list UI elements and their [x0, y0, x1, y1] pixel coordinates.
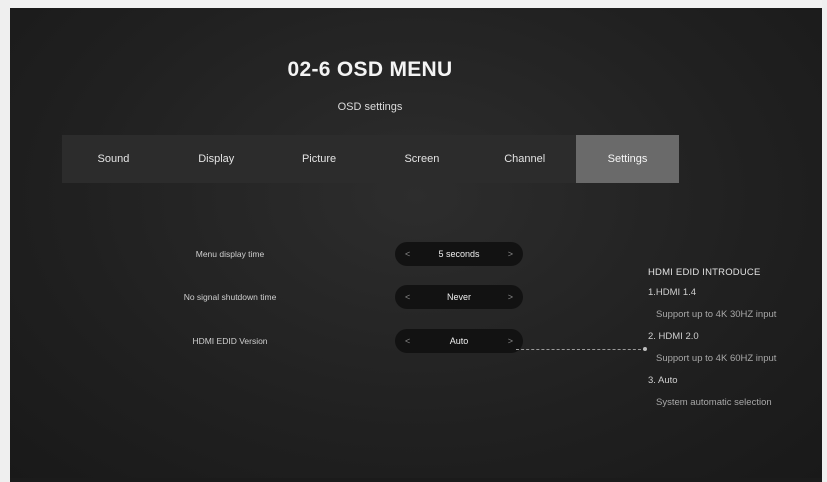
hdmi-edid-version-value: Auto [449, 336, 469, 346]
screenshot-border-left [0, 0, 10, 482]
callout-connector-dot [643, 347, 647, 351]
chevron-left-icon[interactable]: < [405, 249, 410, 259]
chevron-left-icon[interactable]: < [405, 292, 410, 302]
tab-display[interactable]: Display [165, 135, 268, 183]
page-title: 02-6 OSD MENU [287, 58, 453, 81]
hdmi-edid-version-label: HDMI EDID Version [192, 336, 268, 346]
tab-channel[interactable]: Channel [473, 135, 576, 183]
menu-display-time-label: Menu display time [195, 249, 265, 259]
info-item-detail: Support up to 4K 30HZ input [656, 308, 777, 320]
no-signal-shutdown-value: Never [446, 292, 471, 302]
tab-bar: Sound Display Picture Screen Channel Set… [62, 135, 679, 183]
info-item-detail: Support up to 4K 60HZ input [656, 352, 777, 364]
info-heading: HDMI EDID INTRODUCE [648, 267, 761, 278]
info-item-title: 3. Auto [648, 374, 678, 386]
chevron-left-icon[interactable]: < [405, 336, 410, 346]
page-subtitle: OSD settings [337, 101, 403, 113]
info-item-title: 2. HDMI 2.0 [648, 330, 699, 342]
tab-sound[interactable]: Sound [62, 135, 165, 183]
tab-screen[interactable]: Screen [370, 135, 473, 183]
no-signal-shutdown-selector[interactable]: < Never > [395, 285, 523, 309]
hdmi-edid-version-selector[interactable]: < Auto > [395, 329, 523, 353]
chevron-right-icon[interactable]: > [508, 292, 513, 302]
no-signal-shutdown-label: No signal shutdown time [183, 292, 277, 302]
callout-connector-line [516, 349, 646, 350]
chevron-right-icon[interactable]: > [508, 249, 513, 259]
hdmi-edid-info-panel: HDMI EDID INTRODUCE 1.HDMI 1.4 Support u… [648, 267, 827, 420]
info-item-detail: System automatic selection [656, 396, 772, 408]
info-item-title: 1.HDMI 1.4 [648, 286, 697, 298]
screenshot-border-top [0, 0, 827, 8]
menu-display-time-value: 5 seconds [438, 249, 480, 259]
tab-settings[interactable]: Settings [576, 135, 679, 183]
chevron-right-icon[interactable]: > [508, 336, 513, 346]
tab-picture[interactable]: Picture [268, 135, 371, 183]
menu-display-time-selector[interactable]: < 5 seconds > [395, 242, 523, 266]
